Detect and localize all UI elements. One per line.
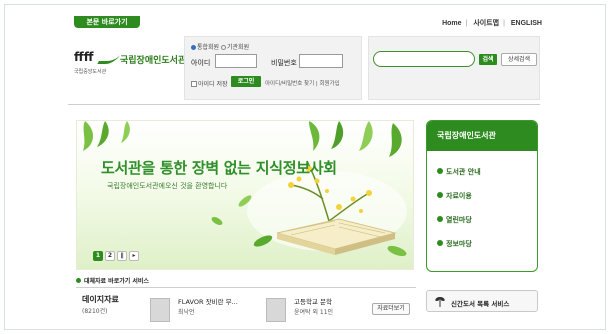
banner-pause-button[interactable]: ∥ — [117, 251, 127, 261]
new-books-service-label: 신간도서 목록 서비스 — [451, 300, 510, 308]
menu-item-info[interactable]: 정보마당 — [437, 239, 481, 263]
daisy-title: 데이지자료 — [82, 295, 119, 304]
book-thumbnail[interactable] — [266, 298, 286, 322]
banner-pager: 1 2 ∥ ▸ — [93, 251, 141, 261]
new-books-service-button[interactable]: 신간도서 목록 서비스 — [426, 290, 538, 312]
remember-id-label: 아이디 저장 — [198, 81, 228, 88]
sitemap-link[interactable]: 사이트맵 — [473, 20, 499, 27]
logo-title: 국립장애인도서관 — [120, 56, 187, 66]
remember-id-checkbox[interactable] — [191, 81, 197, 87]
book-thumbnail[interactable] — [150, 298, 170, 322]
main-banner[interactable]: 도서관을 통한 장벽 없는 지식정보사회 국립장애인도서관에오신 것을 환영합니… — [76, 120, 414, 270]
radio-member-label: 통합회원 — [197, 44, 220, 51]
id-input[interactable] — [215, 54, 257, 68]
banner-illustration — [83, 121, 407, 257]
remember-id: 아이디 저장 — [191, 79, 228, 88]
utility-links: Home | 사이트맵 | ENGLISH — [440, 18, 544, 28]
book-author: 윤여탁 외 11인 — [294, 309, 334, 316]
member-type-radios: 통합회원 기관회원 — [191, 42, 249, 51]
alt-material-shortcut-label: 대체자료 바로가기 서비스 — [84, 278, 149, 285]
password-label: 비밀번호 — [271, 59, 297, 67]
header-divider — [68, 104, 540, 105]
menu-item-label: 자료이용 — [446, 192, 472, 200]
library-menu-items: 도서관 안내 자료이용 열린마당 정보마당 — [437, 167, 481, 263]
password-input[interactable] — [299, 54, 343, 68]
bullet-icon — [437, 216, 443, 222]
menu-item-label: 정보마당 — [446, 240, 472, 248]
library-menu: 국립장애인도서관 도서관 안내 자료이용 열린마당 정보마당 — [426, 120, 538, 272]
banner-next-button[interactable]: ▸ — [129, 251, 139, 261]
leaves-top-right-icon — [309, 121, 402, 157]
radio-org-label: 기관회원 — [227, 44, 250, 51]
skip-to-content-tab[interactable]: 본문 바로가기 — [74, 16, 140, 28]
link-divider: | — [465, 20, 468, 27]
bullet-icon — [437, 168, 443, 174]
login-panel: 통합회원 기관회원 아이디 비밀번호 아이디 저장 로그인 아이디/비밀번호 찾… — [184, 36, 362, 100]
id-label: 아이디 — [191, 59, 211, 67]
home-link[interactable]: Home — [442, 20, 461, 27]
advanced-search-button[interactable]: 상세검색 — [501, 53, 537, 66]
search-panel: 검색 상세검색 — [368, 36, 540, 100]
radio-member[interactable] — [191, 45, 196, 50]
bullet-icon — [437, 192, 443, 198]
alt-material-shortcut[interactable]: 대체자료 바로가기 서비스 — [76, 276, 149, 285]
menu-item-use[interactable]: 자료이용 — [437, 191, 481, 215]
more-materials-button[interactable]: 자료더보기 — [372, 303, 410, 315]
search-button[interactable]: 검색 — [479, 54, 497, 65]
bullet-icon — [76, 278, 81, 283]
menu-item-open[interactable]: 열린마당 — [437, 215, 481, 239]
menu-item-label: 도서관 안내 — [446, 168, 481, 176]
menu-item-guide[interactable]: 도서관 안내 — [437, 167, 481, 191]
section-divider — [76, 287, 416, 288]
logo-subtitle: 국립중앙도서관 — [74, 69, 107, 75]
banner-page-2[interactable]: 2 — [105, 251, 115, 261]
banner-page-1[interactable]: 1 — [93, 251, 103, 261]
leaves-top-left-icon — [83, 121, 130, 151]
library-logo[interactable]: ffff 국립장애인도서관 국립중앙도서관 — [74, 50, 186, 84]
book-author: 최낙언 — [178, 309, 195, 316]
logo-swoosh-icon — [97, 54, 121, 64]
book-title[interactable]: FLAVOR 잣비란 무... — [178, 296, 238, 306]
search-input[interactable] — [373, 51, 475, 67]
login-button[interactable]: 로그인 — [231, 76, 261, 87]
library-menu-heading: 국립장애인도서관 — [427, 121, 537, 151]
find-account-links[interactable]: 아이디/비밀번호 찾기 | 회원가입 — [265, 79, 340, 87]
book-title[interactable]: 고등학교 문학 — [294, 296, 332, 306]
link-divider: | — [503, 20, 505, 27]
menu-item-label: 열린마당 — [446, 216, 472, 224]
plant-icon — [435, 296, 445, 307]
site-header: ffff 국립장애인도서관 국립중앙도서관 통합회원 기관회원 아이디 비밀번호… — [68, 34, 540, 100]
banner-subtitle: 국립장애인도서관에오신 것을 환영합니다 — [107, 182, 228, 190]
logo-mark-icon: ffff — [74, 50, 94, 64]
daisy-count: (8210건) — [82, 308, 108, 315]
english-link[interactable]: ENGLISH — [511, 20, 542, 27]
radio-org[interactable] — [221, 45, 227, 50]
bullet-icon — [437, 240, 443, 246]
banner-title: 도서관을 통한 장벽 없는 지식정보사회 — [101, 159, 337, 177]
